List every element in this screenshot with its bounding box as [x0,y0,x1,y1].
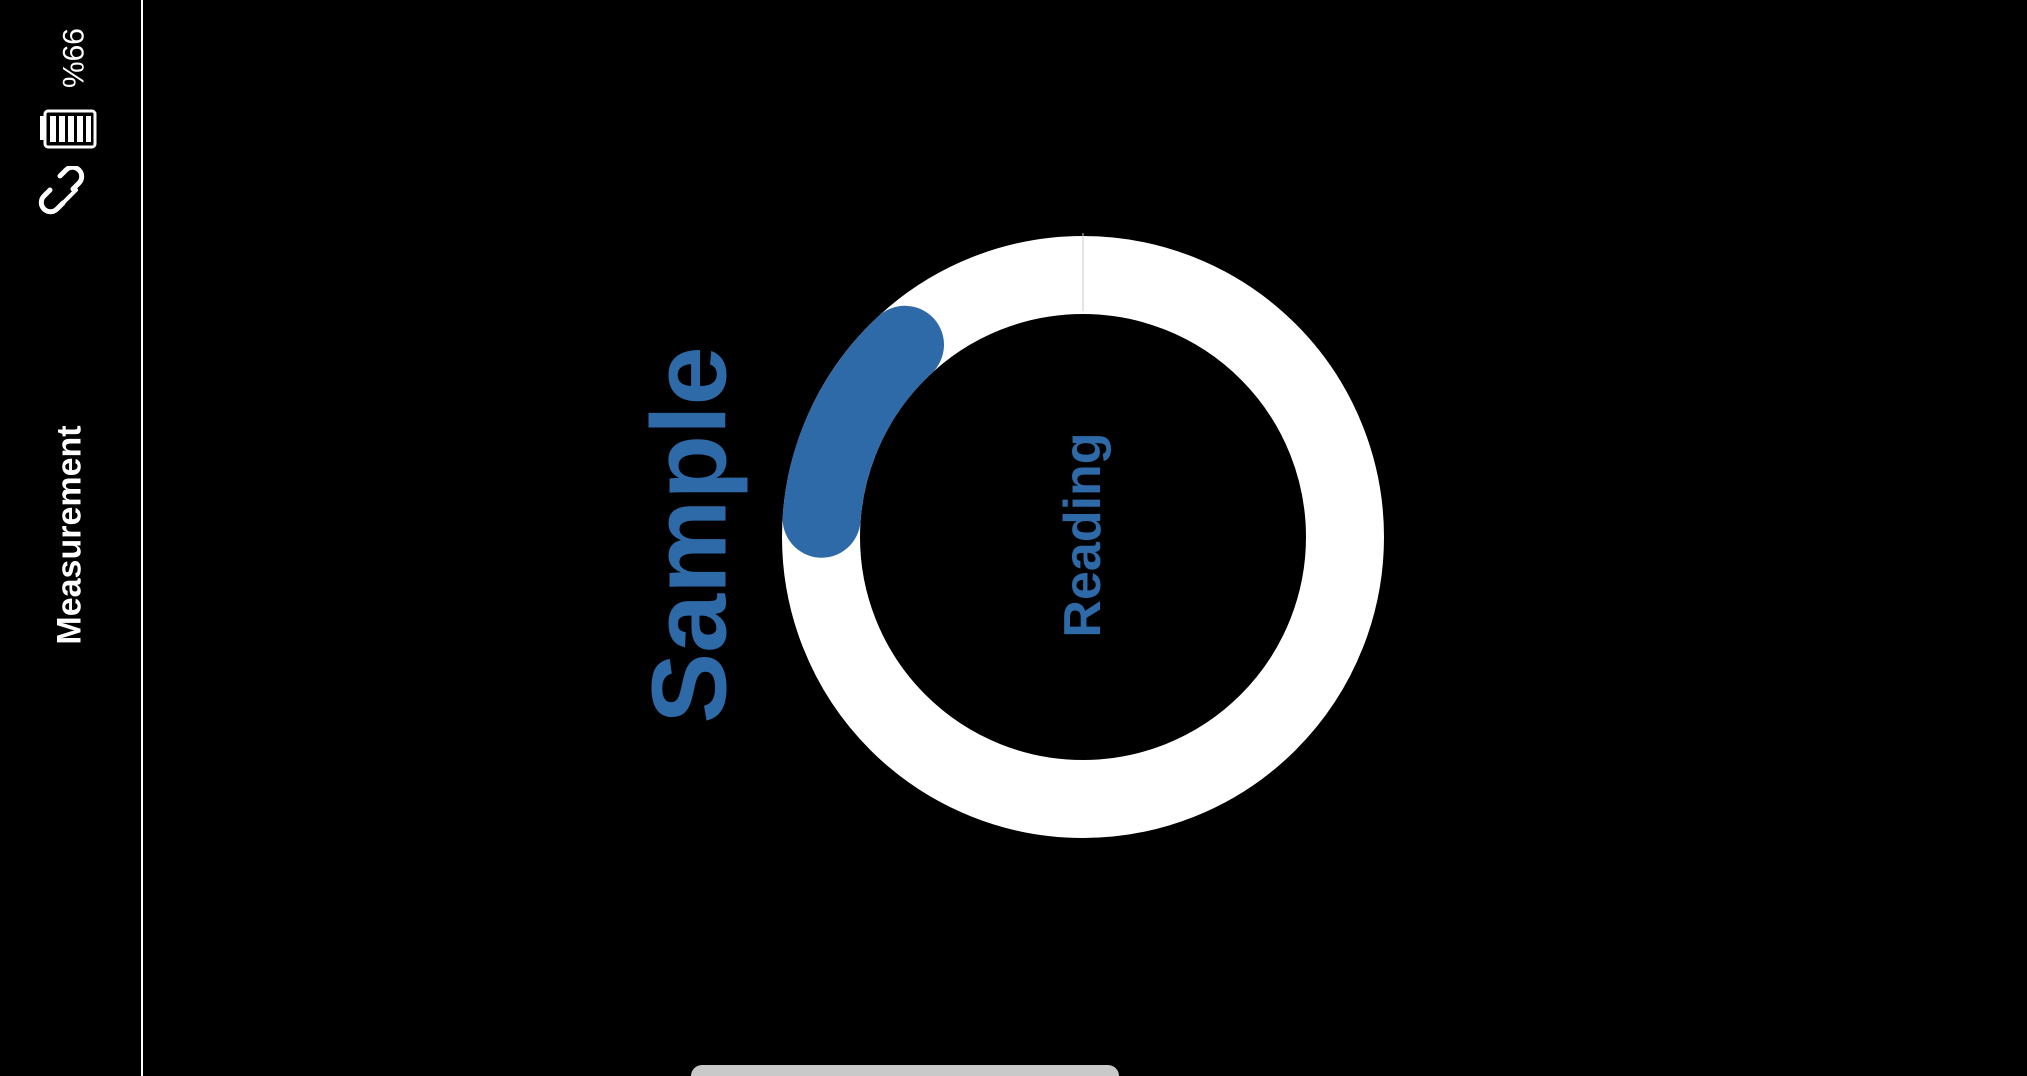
sidebar: 99% Measurement [0,0,143,1076]
battery-percentage: 99% [56,27,89,89]
link-icon [38,166,85,215]
bottom-drawer-handle[interactable] [691,1065,1119,1076]
main-area: Sample Reading [145,0,2027,1076]
measurement-screen: 99% Measurement Sample Reading [0,0,2027,1076]
battery-full-icon [40,109,97,149]
reading-label: Reading [1054,432,1112,638]
gauge-progress-arc [782,305,944,558]
status-bar: 99% [0,0,143,240]
sample-label: Sample [630,346,749,724]
screen-title: Measurement [50,425,89,645]
